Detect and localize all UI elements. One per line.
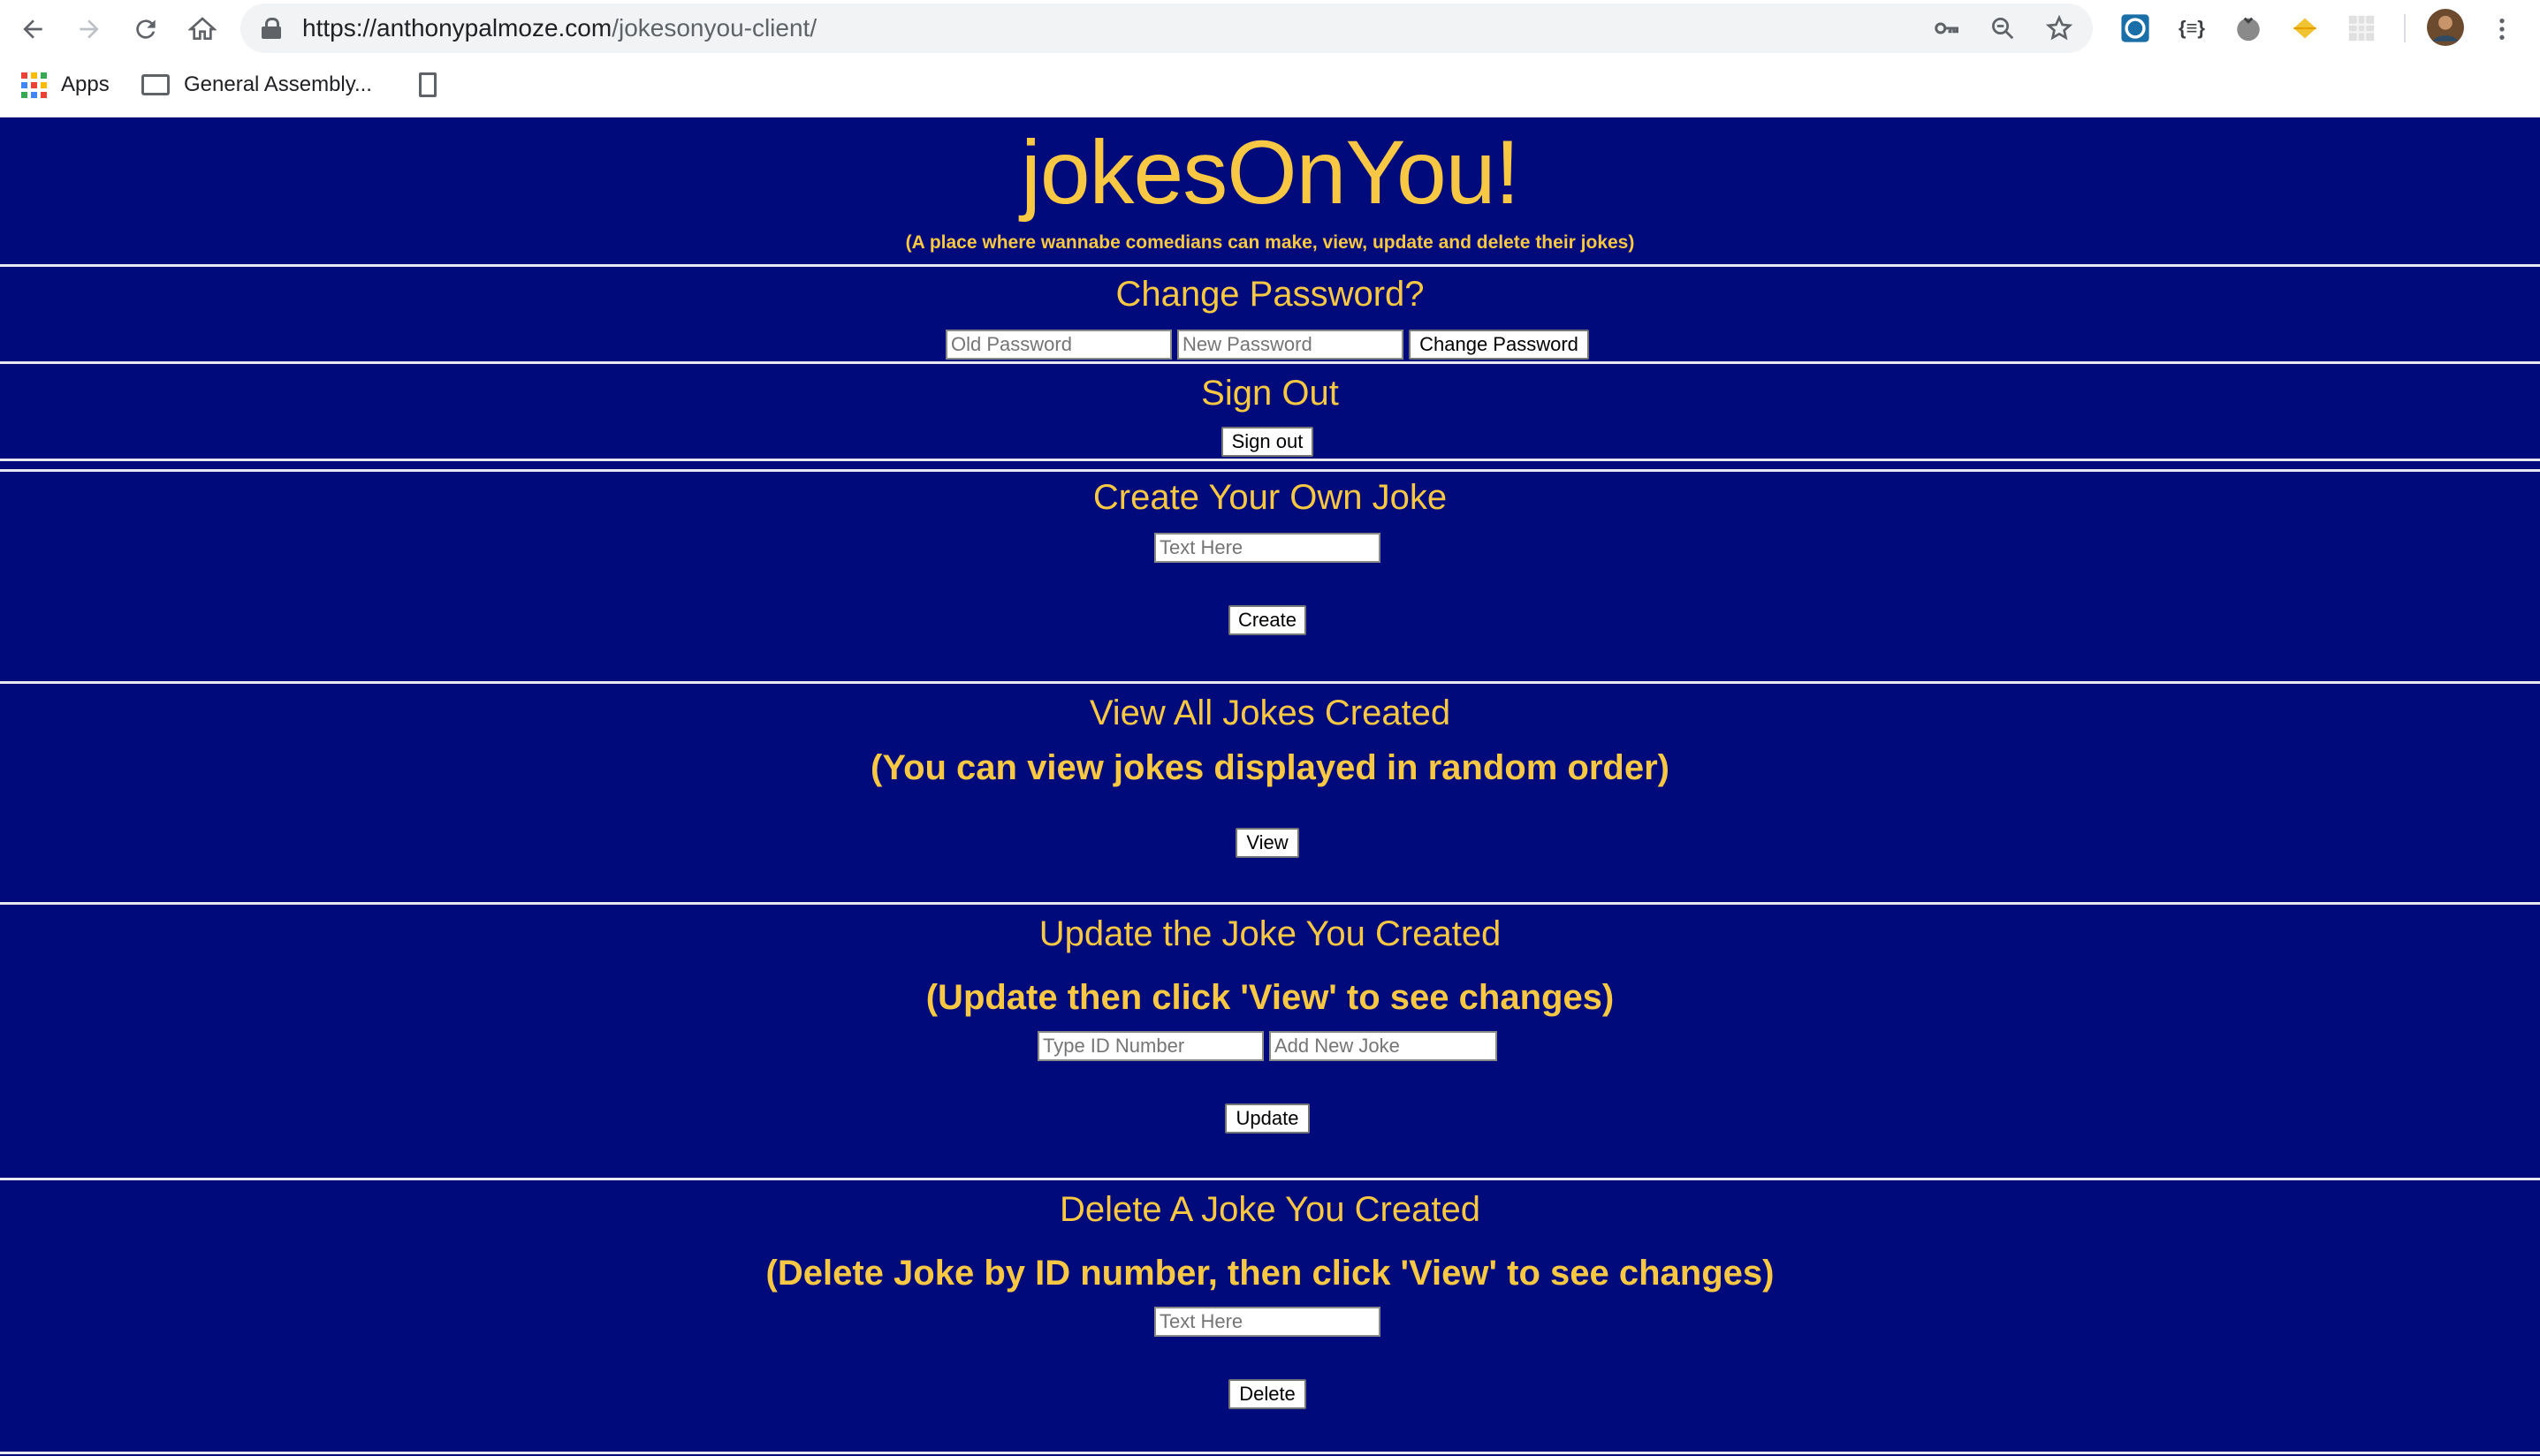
browser-toolbar: https://anthonypalmoze.com/jokesonyou-cl… bbox=[0, 0, 2540, 58]
view-button[interactable]: View bbox=[1236, 828, 1299, 858]
extension-grid-icon[interactable] bbox=[2346, 12, 2377, 44]
delete-id-input[interactable] bbox=[1154, 1307, 1380, 1337]
url-domain: https://anthonypalmoze.com bbox=[302, 14, 612, 42]
bookmark-folder-general-assembly[interactable]: General Assembly... bbox=[141, 58, 372, 111]
create-button[interactable]: Create bbox=[1228, 605, 1306, 635]
section-divider bbox=[0, 459, 2540, 461]
update-joke-heading: Update the Joke You Created bbox=[1038, 914, 1502, 953]
create-joke-input[interactable] bbox=[1154, 533, 1380, 563]
section-divider bbox=[0, 264, 2540, 267]
key-icon[interactable] bbox=[1930, 12, 1962, 44]
page-icon bbox=[419, 72, 437, 97]
delete-joke-subheading: (Delete Joke by ID number, then click 'V… bbox=[765, 1254, 1775, 1293]
bookmark-apps[interactable]: Apps bbox=[21, 58, 110, 111]
url-text[interactable]: https://anthonypalmoze.com/jokesonyou-cl… bbox=[302, 4, 817, 53]
section-divider bbox=[0, 681, 2540, 684]
folder-icon bbox=[141, 74, 170, 95]
update-joke-input[interactable] bbox=[1269, 1031, 1497, 1061]
sign-out-button[interactable]: Sign out bbox=[1221, 427, 1313, 457]
delete-joke-heading: Delete A Joke You Created bbox=[1060, 1190, 1480, 1229]
apps-grid-icon bbox=[21, 72, 47, 98]
bookmarks-bar: Apps General Assembly... bbox=[0, 58, 2540, 118]
view-jokes-heading: View All Jokes Created bbox=[1089, 694, 1451, 732]
new-password-input[interactable] bbox=[1177, 330, 1403, 360]
toolbar-divider bbox=[2404, 14, 2406, 42]
star-icon[interactable] bbox=[2043, 12, 2075, 44]
section-divider bbox=[0, 902, 2540, 905]
extension-diamond-icon[interactable] bbox=[2289, 12, 2321, 44]
lock-icon bbox=[262, 18, 281, 39]
update-id-input[interactable] bbox=[1038, 1031, 1264, 1061]
site-subtitle: (A place where wannabe comedians can mak… bbox=[905, 232, 1635, 253]
update-joke-subheading: (Update then click 'View' to see changes… bbox=[925, 978, 1615, 1017]
extension-tomato-icon[interactable] bbox=[2232, 12, 2264, 44]
section-divider bbox=[0, 469, 2540, 472]
page-content: jokesOnYou! (A place where wannabe comed… bbox=[0, 118, 2540, 1456]
extension-json-icon[interactable]: {≡} bbox=[2176, 12, 2208, 44]
extension-json-label: {≡} bbox=[2179, 17, 2205, 39]
change-password-heading: Change Password? bbox=[1115, 275, 1425, 314]
bookmark-apps-label: Apps bbox=[61, 72, 110, 96]
url-path: /jokesonyou-client/ bbox=[612, 14, 818, 42]
reload-icon[interactable] bbox=[127, 11, 164, 48]
home-icon[interactable] bbox=[184, 11, 221, 48]
site-title: jokesOnYou! bbox=[1021, 122, 1520, 223]
section-divider bbox=[0, 1178, 2540, 1180]
profile-avatar[interactable] bbox=[2427, 9, 2464, 46]
view-jokes-subheading: (You can view jokes displayed in random … bbox=[871, 748, 1669, 787]
zoom-icon[interactable] bbox=[1987, 12, 2019, 44]
old-password-input[interactable] bbox=[946, 330, 1172, 360]
bookmark-page[interactable] bbox=[419, 58, 437, 111]
address-bar[interactable]: https://anthonypalmoze.com/jokesonyou-cl… bbox=[240, 4, 2093, 53]
change-password-button[interactable]: Change Password bbox=[1409, 330, 1589, 360]
forward-arrow-icon[interactable] bbox=[71, 11, 108, 48]
extension-aperture-icon[interactable] bbox=[2119, 12, 2151, 44]
bookmark-folder-label: General Assembly... bbox=[184, 72, 372, 96]
update-button[interactable]: Update bbox=[1225, 1103, 1310, 1134]
more-vertical-icon[interactable] bbox=[2483, 11, 2521, 48]
section-divider bbox=[0, 1452, 2540, 1454]
sign-out-heading: Sign Out bbox=[1201, 374, 1339, 413]
create-joke-heading: Create Your Own Joke bbox=[1092, 478, 1448, 517]
delete-button[interactable]: Delete bbox=[1228, 1379, 1306, 1409]
section-divider bbox=[0, 361, 2540, 364]
back-arrow-icon[interactable] bbox=[14, 11, 51, 48]
